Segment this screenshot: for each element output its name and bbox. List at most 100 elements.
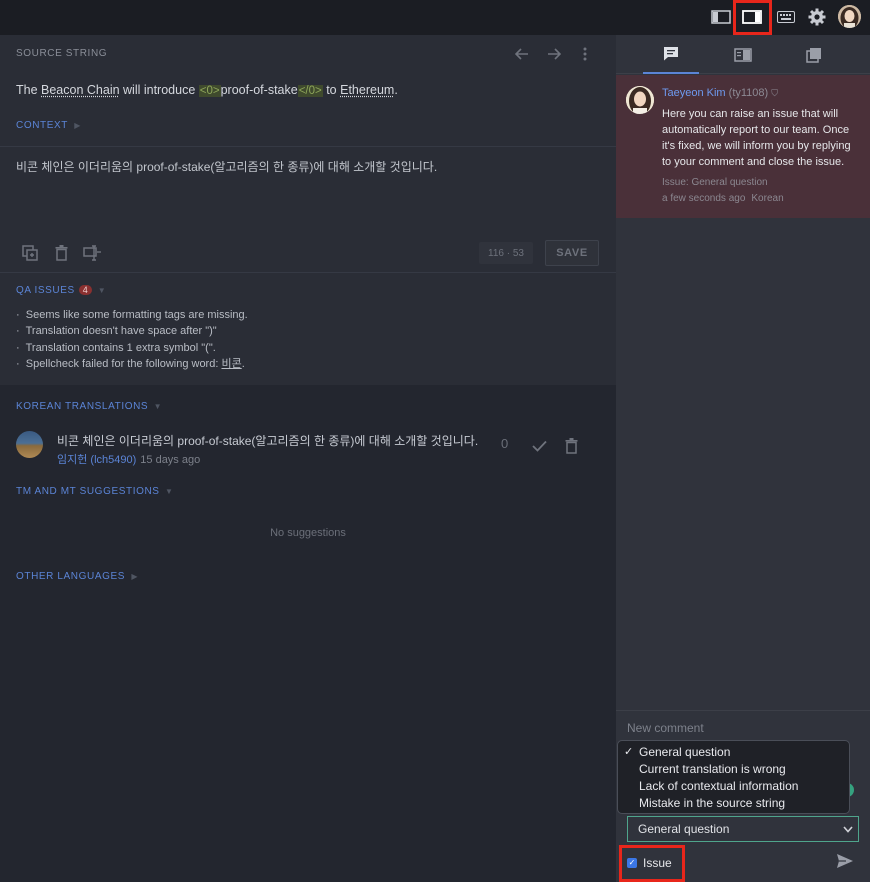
caret-down-icon: ▼ — [97, 286, 107, 295]
translation-item-meta: 임지헌 (lch5490) 15 days ago — [57, 451, 200, 467]
qa-issue-item: · Translation contains 1 extra symbol "(… — [16, 340, 248, 356]
bullet: · — [16, 325, 20, 338]
qa-issue-text: Seems like some formatting tags are miss… — [25, 309, 248, 321]
keyboard-icon[interactable] — [774, 6, 798, 28]
clear-translation-icon[interactable] — [52, 243, 70, 263]
commenter-name[interactable]: Taeyeon Kim — [662, 87, 726, 99]
placeholder-tag[interactable]: <0> — [198, 85, 221, 97]
qa-count-badge: 4 — [78, 285, 93, 295]
translation-item-text[interactable]: 비콘 체인은 이더리움의 proof-of-stake(알고리즘의 한 종류)에… — [57, 432, 478, 449]
translation-time: 15 days ago — [140, 454, 201, 466]
commenter-line: Taeyeon Kim (ty1108) ⛉ — [662, 87, 778, 99]
book-icon — [734, 47, 752, 62]
comment-time: a few seconds ago — [662, 193, 746, 204]
shield-icon: ⛉ — [771, 88, 779, 98]
qa-issue-text: Translation contains 1 extra symbol "(". — [25, 341, 216, 354]
comment-card: Taeyeon Kim (ty1108) ⛉ Here you can rais… — [616, 75, 870, 218]
delete-trash-icon[interactable] — [562, 436, 580, 456]
no-suggestions-text: No suggestions — [270, 527, 346, 539]
send-icon[interactable] — [836, 853, 854, 872]
source-string-text: The Beacon Chain will introduce <0>proof… — [16, 83, 398, 97]
issue-checkbox-row[interactable]: ✓ Issue — [627, 856, 672, 870]
source-string-label: SOURCE STRING — [16, 48, 108, 59]
divider — [616, 710, 870, 711]
option-label: Mistake in the source string — [639, 796, 786, 810]
next-arrow-icon[interactable] — [545, 45, 563, 63]
previous-arrow-icon[interactable] — [513, 45, 531, 63]
placeholder-tag[interactable]: </0> — [297, 85, 323, 97]
tab-history[interactable] — [786, 35, 842, 74]
translation-input[interactable]: 비콘 체인은 이더리움의 proof-of-stake(알고리즘의 한 종류)에… — [16, 158, 437, 175]
source-text-part: The — [16, 83, 42, 97]
editor-pane: SOURCE STRING The Beacon Chain will intr… — [0, 35, 616, 882]
dropdown-option-source-mistake[interactable]: Mistake in the source string — [618, 795, 849, 812]
divider — [0, 272, 616, 273]
left-sidebar-toggle-icon[interactable] — [709, 6, 733, 28]
comment-icon — [664, 47, 678, 61]
suggestions-header[interactable]: TM AND MT SUGGESTIONS ▼ — [16, 486, 173, 497]
context-toggle[interactable]: CONTEXT ▶ — [16, 120, 81, 131]
glossary-term[interactable]: Ethereum — [340, 83, 394, 97]
user-avatar[interactable] — [838, 5, 861, 28]
vote-count: 0 — [501, 436, 509, 451]
stack-icon — [806, 47, 821, 63]
dropdown-option-lack-context[interactable]: Lack of contextual information — [618, 778, 849, 795]
option-label: Current translation is wrong — [639, 762, 786, 776]
option-label: Lack of contextual information — [639, 779, 799, 793]
panel-tabs — [616, 35, 870, 74]
qa-issue-text: . — [241, 357, 245, 370]
comment-issue-type: Issue: General question — [662, 177, 768, 188]
caret-right-icon: ▶ — [74, 121, 81, 130]
translations-header[interactable]: KOREAN TRANSLATIONS ▼ — [16, 401, 162, 412]
settings-gear-icon[interactable] — [805, 6, 829, 28]
bullet: · — [16, 309, 20, 321]
translator-avatar — [16, 431, 43, 458]
caret-right-icon: ▶ — [131, 572, 139, 581]
bullet: · — [16, 341, 20, 354]
comment-meta: a few seconds ago Korean — [662, 193, 784, 204]
more-options-icon[interactable] — [577, 45, 593, 63]
other-languages-header[interactable]: OTHER LANGUAGES ▶ — [16, 571, 138, 582]
qa-issue-item: · Seems like some formatting tags are mi… — [16, 307, 248, 323]
translator-name[interactable]: 임지헌 (lch5490) — [57, 454, 136, 466]
save-button[interactable]: SAVE — [545, 240, 599, 266]
tab-machinery[interactable] — [715, 35, 771, 74]
other-languages-label: OTHER LANGUAGES — [16, 571, 126, 582]
qa-issue-text: Translation doesn't have space after ")" — [25, 325, 217, 338]
comment-body: Here you can raise an issue that will au… — [662, 108, 851, 168]
glossary-term[interactable]: Beacon Chain — [41, 83, 120, 97]
misspelled-word: 비콘 — [221, 357, 242, 370]
suggestions-label: TM AND MT SUGGESTIONS — [16, 486, 160, 497]
dropdown-option-translation-wrong[interactable]: Current translation is wrong — [618, 761, 849, 778]
divider — [0, 146, 616, 147]
qa-issues-list: · Seems like some formatting tags are mi… — [16, 307, 248, 372]
issue-label: Issue — [643, 856, 672, 870]
qa-issue-item: · Translation doesn't have space after "… — [16, 323, 248, 339]
commenter-handle: (ty1108) — [728, 87, 769, 99]
issue-type-dropdown-menu: ✓ General question Current translation is… — [617, 740, 850, 814]
caret-down-icon: ▼ — [153, 402, 163, 411]
copy-to-editor-icon[interactable] — [81, 243, 103, 263]
qa-issues-label: QA ISSUES — [16, 285, 75, 296]
comment-language: Korean — [751, 193, 784, 204]
highlight-box — [733, 0, 772, 35]
chevron-down-icon — [843, 817, 853, 842]
character-counter: 116 · 53 — [479, 242, 533, 264]
issue-type-select[interactable]: General question — [627, 816, 859, 842]
select-value: General question — [638, 822, 730, 836]
bullet: · — [16, 357, 20, 370]
top-bar — [0, 0, 870, 35]
translations-label: KOREAN TRANSLATIONS — [16, 401, 149, 412]
qa-issue-item: · Spellcheck failed for the following wo… — [16, 356, 248, 372]
checkmark-icon: ✓ — [624, 746, 634, 758]
copy-source-icon[interactable] — [20, 243, 40, 263]
qa-issues-header[interactable]: QA ISSUES 4 ▼ — [16, 285, 106, 296]
source-text-part: . — [394, 83, 398, 97]
approve-check-icon[interactable] — [529, 436, 549, 456]
source-text-part: to — [322, 83, 341, 97]
tab-comments[interactable] — [643, 35, 699, 74]
issue-checkbox[interactable]: ✓ — [627, 858, 637, 868]
new-comment-input[interactable]: New comment — [627, 721, 704, 735]
dropdown-option-general-question[interactable]: ✓ General question — [618, 744, 849, 761]
caret-down-icon: ▼ — [164, 487, 174, 496]
